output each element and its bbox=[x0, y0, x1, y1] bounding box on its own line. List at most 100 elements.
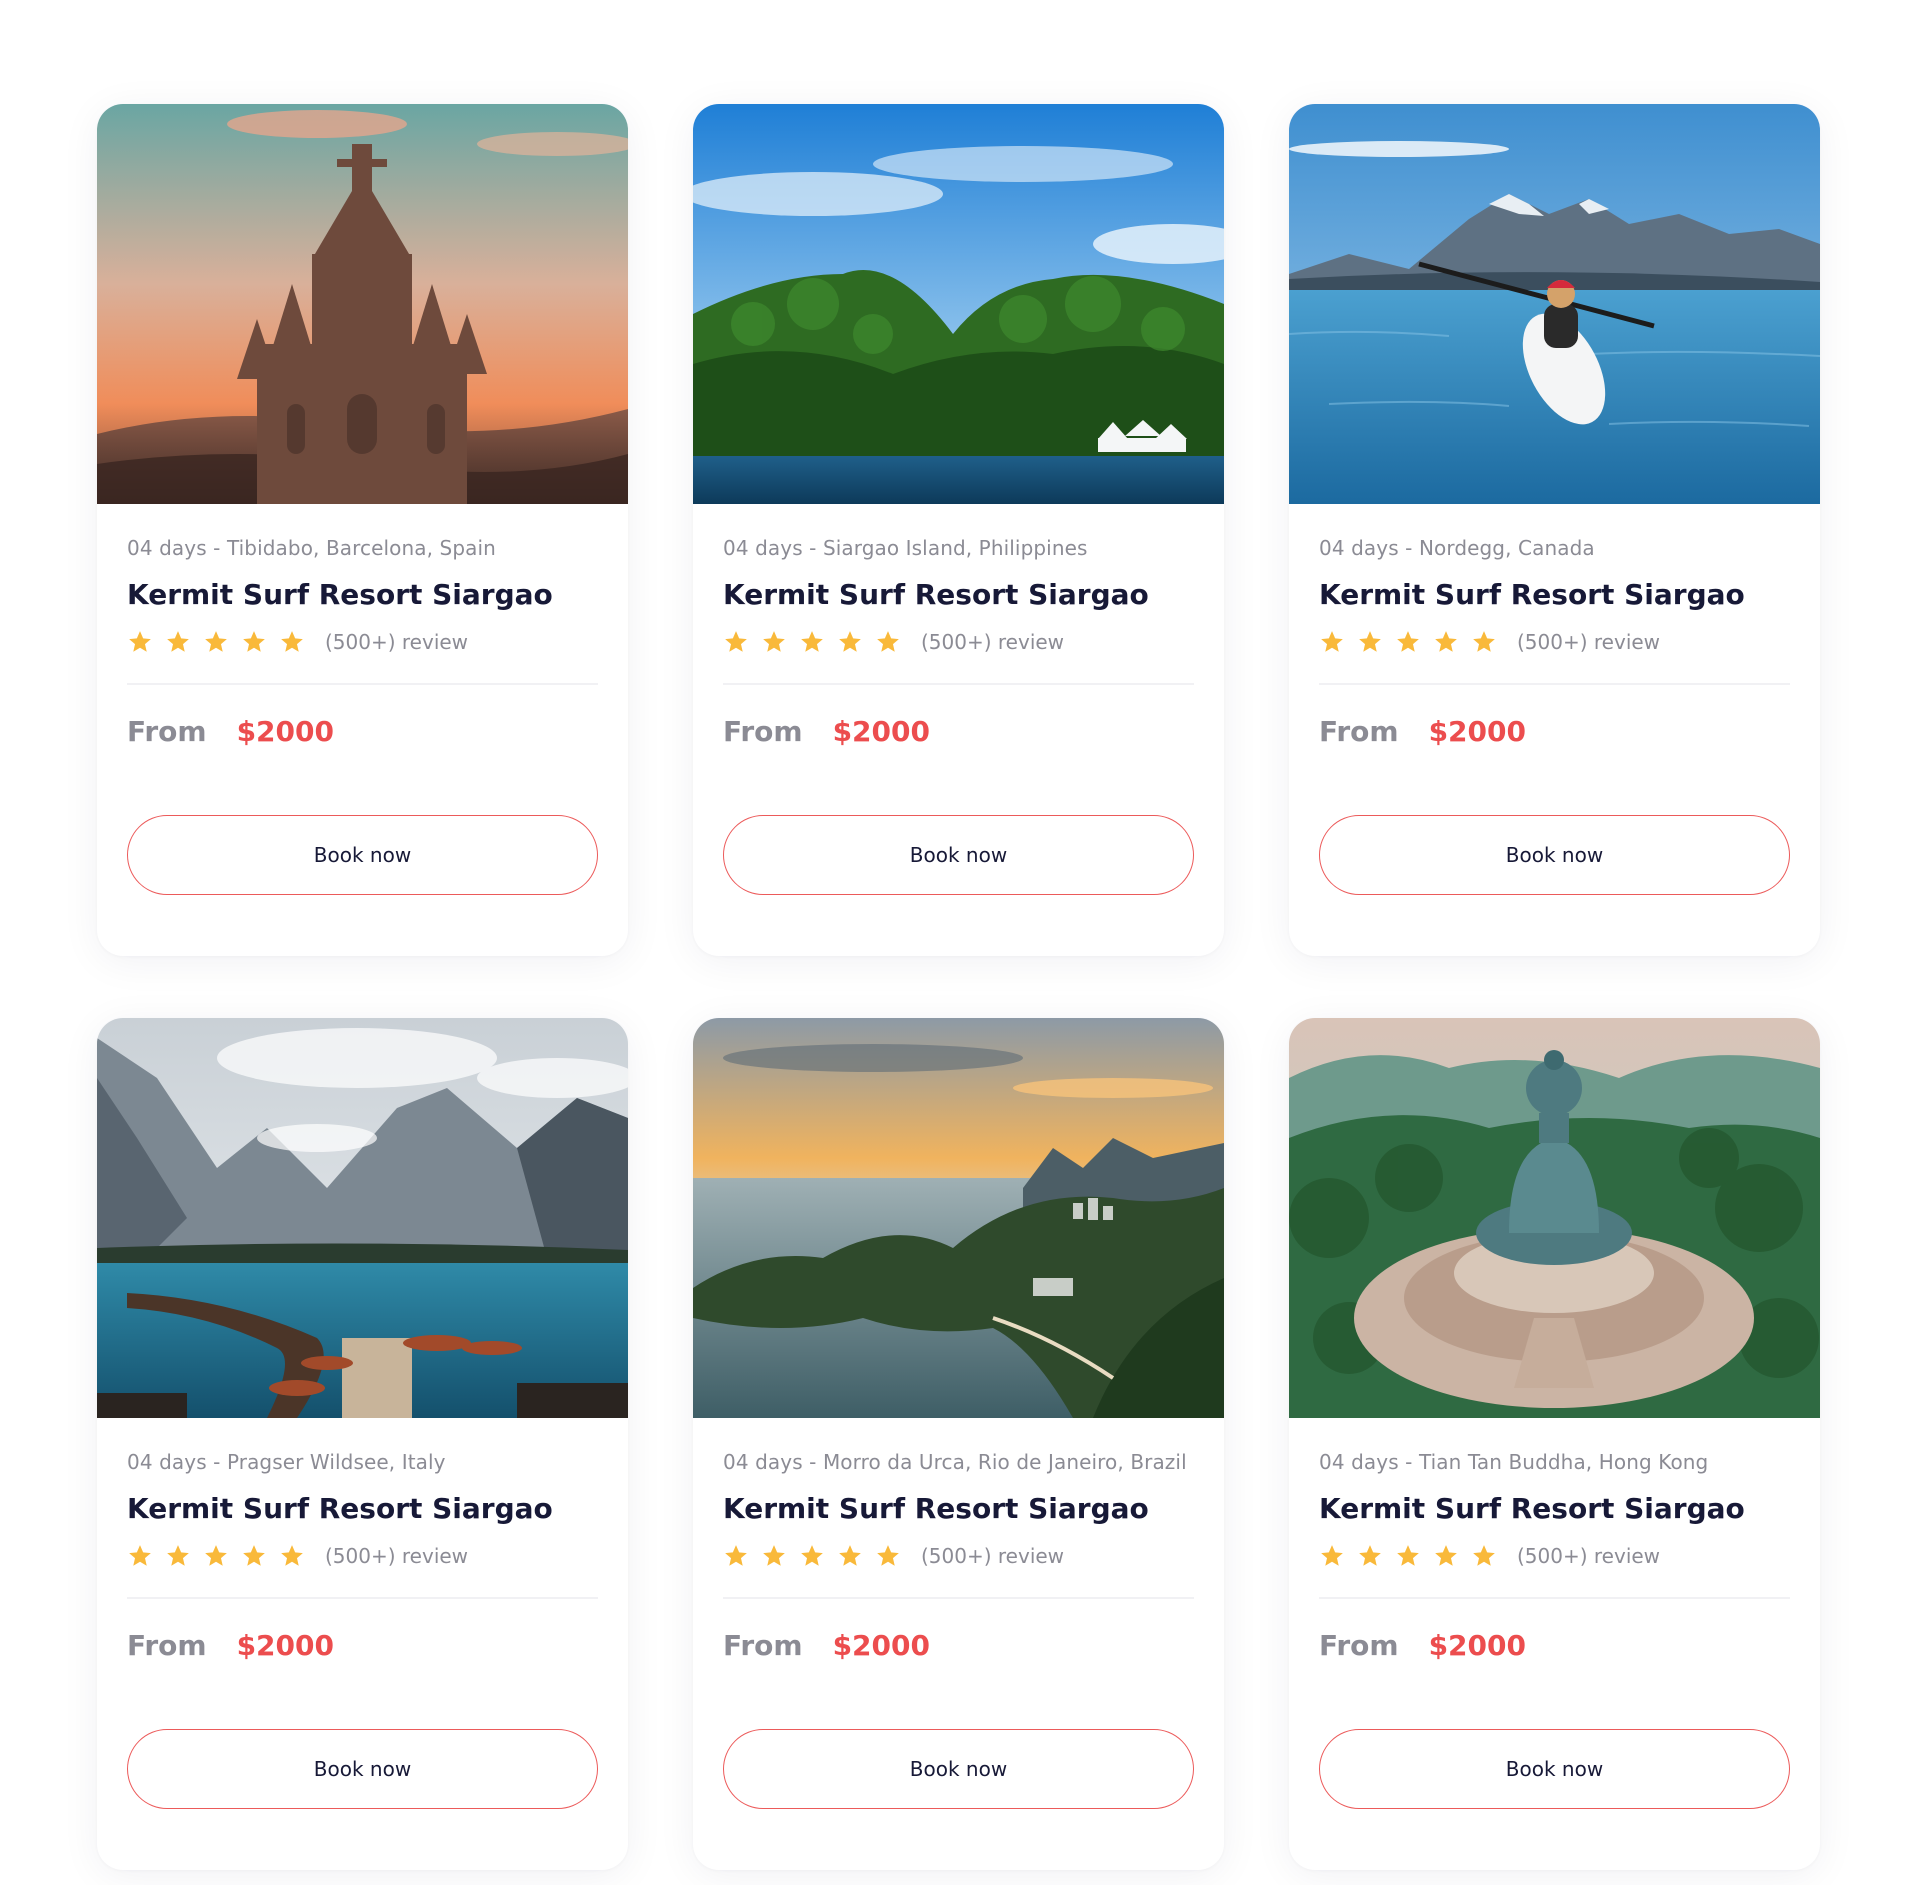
star-icon bbox=[203, 629, 229, 655]
tour-title[interactable]: Kermit Surf Resort Siargao bbox=[127, 577, 598, 613]
book-now-button[interactable]: Book now bbox=[127, 1729, 598, 1809]
book-now-button[interactable]: Book now bbox=[723, 1729, 1194, 1809]
star-icon bbox=[837, 629, 863, 655]
star-icon bbox=[837, 1543, 863, 1569]
star-icon bbox=[241, 1543, 267, 1569]
star-icon bbox=[279, 629, 305, 655]
star-icon bbox=[1471, 629, 1497, 655]
tour-card[interactable]: 04 days - Tian Tan Buddha, Hong Kong Ker… bbox=[1289, 1018, 1820, 1870]
star-icon bbox=[723, 629, 749, 655]
price-amount: $2000 bbox=[236, 1629, 334, 1662]
price-row: From $2000 bbox=[127, 715, 598, 755]
rating: (500+) review bbox=[723, 627, 1194, 657]
review-count: (500+) review bbox=[1517, 630, 1661, 654]
church-photo bbox=[97, 104, 628, 504]
island-photo bbox=[693, 104, 1224, 504]
coast-photo bbox=[693, 1018, 1224, 1418]
price-amount: $2000 bbox=[832, 1629, 930, 1662]
tour-photo[interactable] bbox=[693, 1018, 1224, 1418]
star-icon bbox=[165, 1543, 191, 1569]
price-from-label: From bbox=[723, 1629, 803, 1662]
tour-photo[interactable] bbox=[1289, 1018, 1820, 1418]
price-from-label: From bbox=[127, 1629, 207, 1662]
star-icon bbox=[875, 629, 901, 655]
star-icon bbox=[875, 1543, 901, 1569]
tour-card[interactable]: 04 days - Siargao Island, Philippines Ke… bbox=[693, 104, 1224, 956]
tour-meta: 04 days - Nordegg, Canada bbox=[1319, 536, 1595, 560]
divider bbox=[1319, 683, 1790, 685]
star-icon bbox=[127, 1543, 153, 1569]
review-count: (500+) review bbox=[325, 1544, 469, 1568]
divider bbox=[127, 1597, 598, 1599]
tour-card[interactable]: 04 days - Tibidabo, Barcelona, Spain Ker… bbox=[97, 104, 628, 956]
review-count: (500+) review bbox=[921, 1544, 1065, 1568]
book-now-button[interactable]: Book now bbox=[1319, 1729, 1790, 1809]
book-now-button[interactable]: Book now bbox=[723, 815, 1194, 895]
review-count: (500+) review bbox=[921, 630, 1065, 654]
alpine-lake-photo bbox=[97, 1018, 628, 1418]
rating: (500+) review bbox=[1319, 1541, 1790, 1571]
divider bbox=[127, 683, 598, 685]
star-icon bbox=[723, 1543, 749, 1569]
tour-title[interactable]: Kermit Surf Resort Siargao bbox=[127, 1491, 598, 1527]
tour-title[interactable]: Kermit Surf Resort Siargao bbox=[723, 577, 1194, 613]
review-count: (500+) review bbox=[1517, 1544, 1661, 1568]
star-icon bbox=[203, 1543, 229, 1569]
divider bbox=[723, 683, 1194, 685]
tour-photo[interactable] bbox=[1289, 104, 1820, 504]
price-from-label: From bbox=[723, 715, 803, 748]
star-icon bbox=[761, 629, 787, 655]
price-from-label: From bbox=[1319, 1629, 1399, 1662]
price-amount: $2000 bbox=[236, 715, 334, 748]
rating: (500+) review bbox=[723, 1541, 1194, 1571]
star-icon bbox=[799, 629, 825, 655]
buddha-photo bbox=[1289, 1018, 1820, 1418]
rating: (500+) review bbox=[1319, 627, 1790, 657]
star-icon bbox=[1395, 629, 1421, 655]
price-row: From $2000 bbox=[723, 1629, 1194, 1669]
tour-card[interactable]: 04 days - Pragser Wildsee, Italy Kermit … bbox=[97, 1018, 628, 1870]
price-from-label: From bbox=[1319, 715, 1399, 748]
tour-title[interactable]: Kermit Surf Resort Siargao bbox=[1319, 1491, 1790, 1527]
rating: (500+) review bbox=[127, 627, 598, 657]
tour-title[interactable]: Kermit Surf Resort Siargao bbox=[1319, 577, 1790, 613]
tour-card[interactable]: 04 days - Nordegg, Canada Kermit Surf Re… bbox=[1289, 104, 1820, 956]
tour-meta: 04 days - Morro da Urca, Rio de Janeiro,… bbox=[723, 1450, 1187, 1474]
tour-title[interactable]: Kermit Surf Resort Siargao bbox=[723, 1491, 1194, 1527]
price-amount: $2000 bbox=[832, 715, 930, 748]
price-amount: $2000 bbox=[1428, 715, 1526, 748]
tour-photo[interactable] bbox=[97, 104, 628, 504]
star-icon bbox=[165, 629, 191, 655]
tour-meta: 04 days - Tibidabo, Barcelona, Spain bbox=[127, 536, 496, 560]
price-row: From $2000 bbox=[1319, 715, 1790, 755]
tour-photo[interactable] bbox=[693, 104, 1224, 504]
rating: (500+) review bbox=[127, 1541, 598, 1571]
star-icon bbox=[1319, 629, 1345, 655]
divider bbox=[723, 1597, 1194, 1599]
star-icon bbox=[279, 1543, 305, 1569]
tour-card-grid: 04 days - Tibidabo, Barcelona, Spain Ker… bbox=[97, 104, 1820, 1870]
book-now-button[interactable]: Book now bbox=[1319, 815, 1790, 895]
book-now-button[interactable]: Book now bbox=[127, 815, 598, 895]
price-row: From $2000 bbox=[127, 1629, 598, 1669]
star-icon bbox=[1433, 1543, 1459, 1569]
star-icon bbox=[1357, 1543, 1383, 1569]
price-row: From $2000 bbox=[1319, 1629, 1790, 1669]
tour-photo[interactable] bbox=[97, 1018, 628, 1418]
price-row: From $2000 bbox=[723, 715, 1194, 755]
tour-meta: 04 days - Tian Tan Buddha, Hong Kong bbox=[1319, 1450, 1709, 1474]
star-icon bbox=[1357, 629, 1383, 655]
kayak-photo bbox=[1289, 104, 1820, 504]
star-icon bbox=[1433, 629, 1459, 655]
star-icon bbox=[127, 629, 153, 655]
tour-meta: 04 days - Siargao Island, Philippines bbox=[723, 536, 1088, 560]
review-count: (500+) review bbox=[325, 630, 469, 654]
tour-meta: 04 days - Pragser Wildsee, Italy bbox=[127, 1450, 446, 1474]
price-amount: $2000 bbox=[1428, 1629, 1526, 1662]
star-icon bbox=[1471, 1543, 1497, 1569]
star-icon bbox=[1319, 1543, 1345, 1569]
price-from-label: From bbox=[127, 715, 207, 748]
tour-card[interactable]: 04 days - Morro da Urca, Rio de Janeiro,… bbox=[693, 1018, 1224, 1870]
star-icon bbox=[761, 1543, 787, 1569]
divider bbox=[1319, 1597, 1790, 1599]
